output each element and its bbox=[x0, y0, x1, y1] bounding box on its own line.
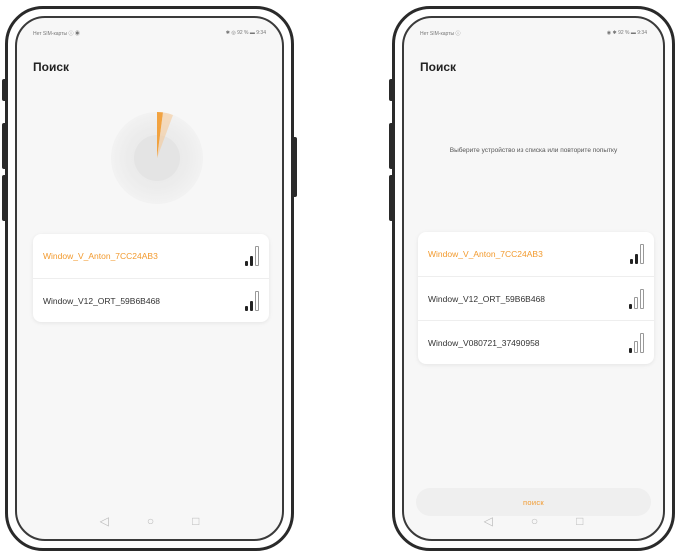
wifi-signal-icon bbox=[629, 288, 644, 309]
device-item[interactable]: Window_V12_ORT_59B6B468 bbox=[33, 278, 269, 322]
power-button bbox=[292, 137, 297, 197]
device-name: Window_V_Anton_7CC24AB3 bbox=[43, 251, 158, 261]
device-name: Window_V_Anton_7CC24AB3 bbox=[428, 249, 543, 259]
volume-down-button bbox=[2, 175, 7, 221]
device-item[interactable]: Window_V12_ORT_59B6B468 bbox=[418, 276, 654, 320]
volume-down-button bbox=[389, 175, 394, 221]
screen-left: Нет SIM-карты ⓘ ◉ ✱ ◎ 92 % ▬ 9:34 Поиск … bbox=[15, 16, 284, 541]
wifi-signal-icon bbox=[630, 244, 644, 264]
device-item[interactable]: Window_V080721_37490958 bbox=[418, 320, 654, 364]
device-item[interactable]: Window_V_Anton_7CC24AB3 bbox=[33, 234, 269, 278]
search-button[interactable]: поиск bbox=[416, 488, 651, 516]
device-name: Window_V12_ORT_59B6B468 bbox=[43, 295, 161, 306]
page-title: Поиск bbox=[420, 60, 457, 74]
home-icon[interactable]: ○ bbox=[147, 514, 154, 528]
system-nav-bar: ◁ ○ □ bbox=[404, 513, 663, 529]
recent-apps-icon[interactable]: □ bbox=[192, 514, 199, 528]
device-name: Window_V12_ORT_59B6B468 bbox=[428, 293, 546, 304]
wifi-signal-icon bbox=[245, 246, 259, 266]
status-left-text: Нет SIM-карты ⓘ ◉ bbox=[33, 30, 80, 37]
status-bar: Нет SIM-карты ⓘ ◉ ✱ 92 % ▬ 9:34 bbox=[420, 28, 647, 38]
recent-apps-icon[interactable]: □ bbox=[576, 514, 583, 528]
phone-left: Нет SIM-карты ⓘ ◉ ✱ ◎ 92 % ▬ 9:34 Поиск … bbox=[2, 6, 297, 551]
home-icon[interactable]: ○ bbox=[531, 514, 538, 528]
status-right-text: ◉ ✱ 92 % ▬ 9:34 bbox=[606, 30, 647, 36]
radar-sweep-icon bbox=[157, 112, 173, 158]
instruction-text: Выберите устройство из списка или повтор… bbox=[449, 147, 618, 154]
status-left-text: Нет SIM-карты ⓘ bbox=[420, 30, 461, 37]
status-bar: Нет SIM-карты ⓘ ◉ ✱ ◎ 92 % ▬ 9:34 bbox=[33, 28, 266, 38]
volume-up-button bbox=[389, 123, 394, 169]
page-title: Поиск bbox=[33, 60, 70, 74]
back-icon[interactable]: ◁ bbox=[100, 514, 109, 528]
device-item[interactable]: Window_V_Anton_7CC24AB3 bbox=[418, 232, 654, 276]
status-right-text: ✱ ◎ 92 % ▬ 9:34 bbox=[225, 30, 266, 36]
device-list: Window_V_Anton_7CC24AB3 Window_V12_ORT_5… bbox=[33, 234, 269, 322]
volume-button bbox=[2, 79, 7, 101]
wifi-signal-icon bbox=[629, 332, 644, 353]
volume-button bbox=[389, 79, 394, 101]
device-name: Window_V080721_37490958 bbox=[428, 337, 540, 348]
back-icon[interactable]: ◁ bbox=[484, 514, 493, 528]
phone-right: Нет SIM-карты ⓘ ◉ ✱ 92 % ▬ 9:34 Поиск Вы… bbox=[389, 6, 675, 551]
wifi-signal-icon bbox=[245, 290, 259, 311]
volume-up-button bbox=[2, 123, 7, 169]
screen-right: Нет SIM-карты ⓘ ◉ ✱ 92 % ▬ 9:34 Поиск Вы… bbox=[402, 16, 665, 541]
device-list: Window_V_Anton_7CC24AB3 Window_V12_ORT_5… bbox=[418, 232, 654, 364]
radar-animation bbox=[111, 112, 203, 204]
system-nav-bar: ◁ ○ □ bbox=[17, 513, 282, 529]
